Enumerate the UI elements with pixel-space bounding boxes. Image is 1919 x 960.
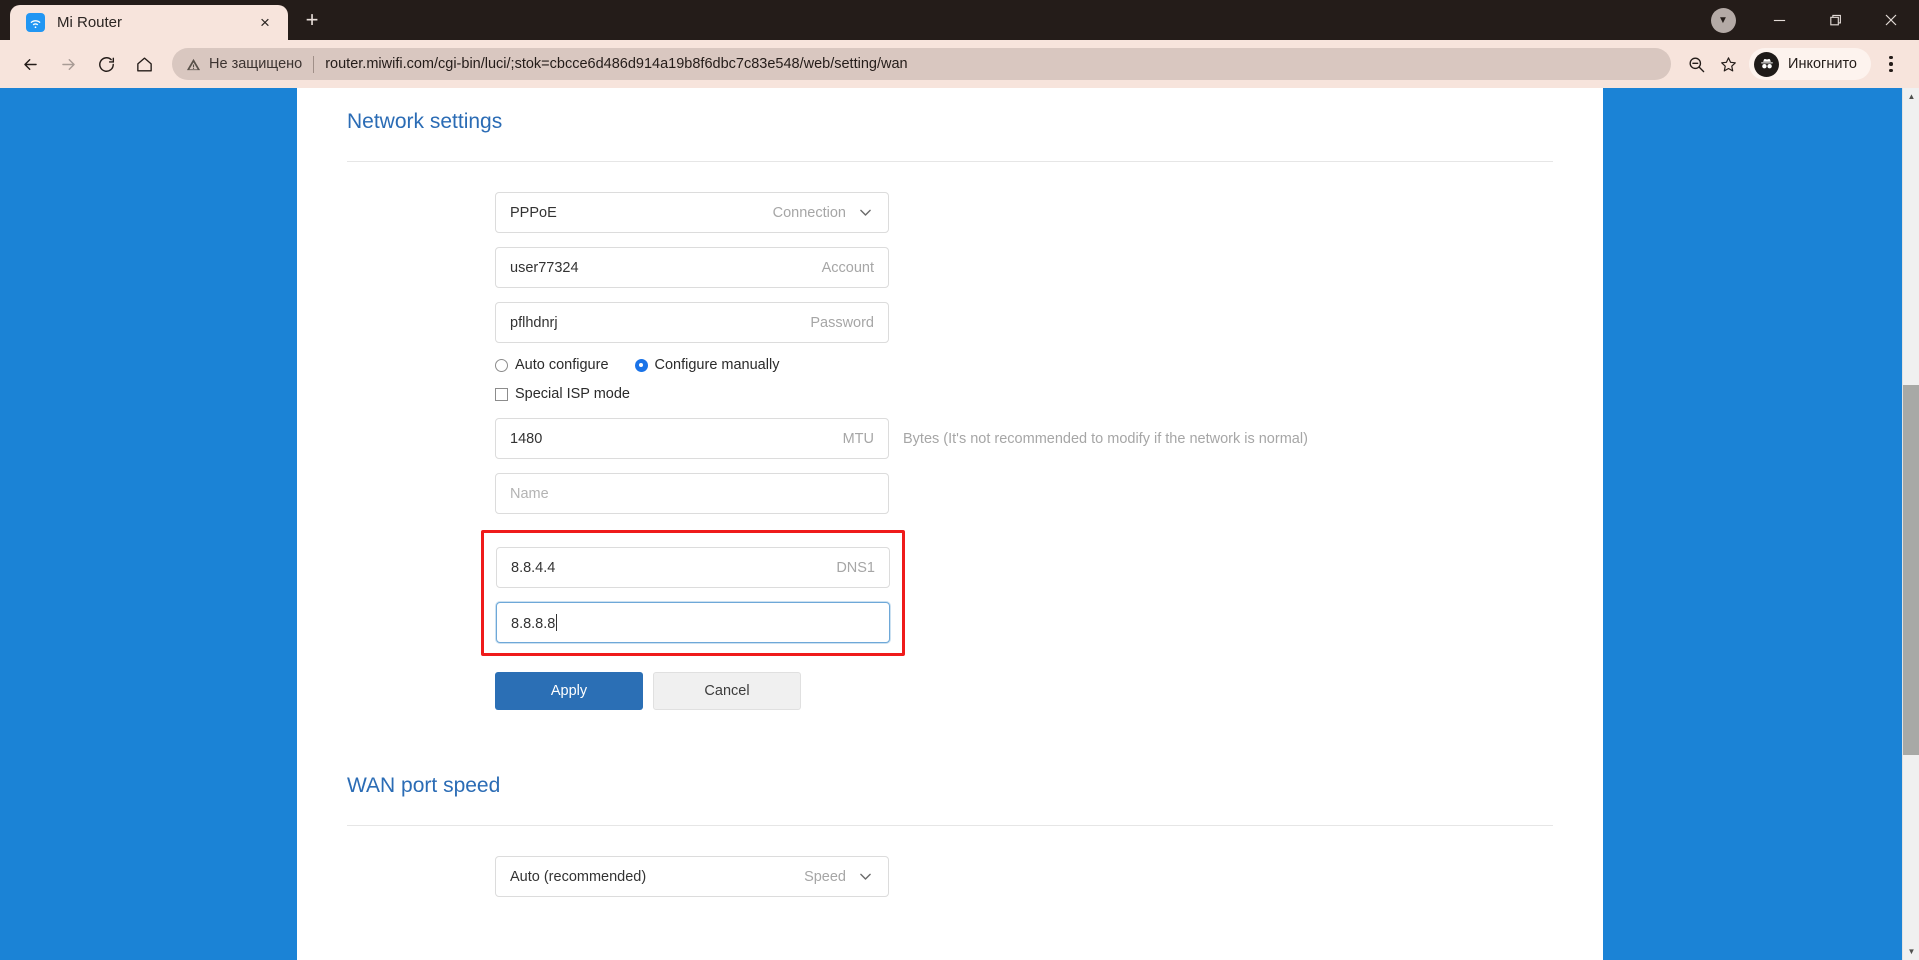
close-window-button[interactable]	[1863, 0, 1919, 40]
mtu-hint: Bytes (It's not recommended to modify if…	[903, 430, 1308, 447]
connection-type-value: PPPoE	[510, 204, 557, 221]
dns1-input[interactable]: 8.8.4.4 DNS1	[496, 547, 890, 588]
connection-type-label: Connection	[772, 204, 846, 221]
wan-speed-select[interactable]: Auto (recommended) Speed	[495, 856, 889, 897]
password-label: Password	[810, 314, 874, 331]
security-warning: Не защищено	[186, 56, 302, 72]
cancel-button[interactable]: Cancel	[653, 672, 801, 710]
config-mode-radio-group: Auto configure Configure manually	[495, 357, 1553, 373]
account-value: user77324	[510, 259, 579, 276]
minimize-button[interactable]	[1751, 0, 1807, 40]
security-label: Не защищено	[209, 56, 303, 72]
mtu-input[interactable]: 1480 MTU	[495, 418, 889, 459]
radio-configure-manually-label: Configure manually	[654, 357, 780, 373]
tab-title: Mi Router	[57, 14, 123, 31]
network-settings-form: PPPoE Connection user77324 Account pflhd…	[347, 162, 1553, 710]
tab-strip: Mi Router × +	[0, 0, 330, 40]
chevron-down-icon	[857, 204, 874, 221]
wifi-icon	[26, 13, 45, 32]
checkbox-icon	[495, 387, 508, 401]
radio-auto-configure-label: Auto configure	[515, 357, 609, 373]
router-page: Network settings PPPoE Connection user77…	[297, 88, 1603, 960]
omnibox-actions	[1681, 49, 1743, 79]
password-value: pflhdnrj	[510, 314, 558, 331]
name-input[interactable]: Name	[495, 473, 889, 514]
apply-button[interactable]: Apply	[495, 672, 643, 710]
close-icon[interactable]: ×	[252, 10, 278, 36]
back-arrow-icon[interactable]	[12, 46, 48, 82]
mtu-label: MTU	[842, 430, 874, 447]
radio-configure-manually[interactable]: Configure manually	[634, 357, 780, 373]
browser-toolbar: Не защищено router.miwifi.com/cgi-bin/lu…	[0, 40, 1919, 88]
radio-auto-configure[interactable]: Auto configure	[495, 357, 609, 373]
scrollbar-thumb[interactable]	[1903, 385, 1919, 755]
warning-triangle-icon	[186, 58, 201, 70]
dns1-value: 8.8.4.4	[511, 559, 556, 576]
incognito-icon	[1754, 51, 1780, 77]
browser-window: Mi Router × + ▼ Не защищено router.miwif…	[0, 0, 1919, 960]
maximize-button[interactable]	[1807, 0, 1863, 40]
page-viewport: Network settings PPPoE Connection user77…	[0, 88, 1919, 960]
radio-icon-checked	[634, 358, 648, 372]
form-actions: Apply Cancel	[495, 672, 1553, 710]
special-isp-checkbox[interactable]: Special ISP mode	[495, 386, 1553, 402]
dns1-label: DNS1	[836, 559, 875, 576]
window-controls: ▼	[1695, 0, 1919, 40]
name-placeholder: Name	[510, 485, 549, 502]
forward-arrow-icon	[50, 46, 86, 82]
reload-icon[interactable]	[88, 46, 124, 82]
wan-port-speed-form: Auto (recommended) Speed	[347, 826, 1553, 897]
incognito-label: Инкогнито	[1788, 56, 1857, 72]
update-icon[interactable]: ▼	[1695, 0, 1751, 40]
new-tab-button[interactable]: +	[294, 2, 330, 38]
account-label: Account	[821, 259, 874, 276]
dns2-value: 8.8.8.8	[511, 613, 558, 632]
dns-highlight-box: 8.8.4.4 DNS1 8.8.8.8	[481, 530, 905, 656]
home-icon[interactable]	[126, 46, 162, 82]
page-title: Network settings	[347, 110, 503, 133]
vertical-scrollbar[interactable]: ▲ ▼	[1902, 88, 1919, 960]
three-dots-icon[interactable]	[1875, 46, 1907, 82]
wan-port-speed-title: WAN port speed	[347, 774, 501, 797]
zoom-out-icon[interactable]	[1681, 49, 1711, 79]
network-settings-section: Network settings PPPoE Connection user77…	[347, 88, 1553, 710]
incognito-badge[interactable]: Инкогнито	[1749, 48, 1871, 80]
wan-port-speed-section: WAN port speed Auto (recommended) Speed	[347, 752, 1553, 897]
mtu-value: 1480	[510, 430, 543, 447]
chevron-down-icon-2	[857, 868, 874, 885]
browser-tab[interactable]: Mi Router ×	[10, 5, 288, 40]
title-bar: Mi Router × + ▼	[0, 0, 1919, 40]
dns2-input[interactable]: 8.8.8.8	[496, 602, 890, 643]
account-input[interactable]: user77324 Account	[495, 247, 889, 288]
wan-speed-value: Auto (recommended)	[510, 868, 647, 885]
scroll-up-icon[interactable]: ▲	[1903, 88, 1919, 105]
scroll-down-icon[interactable]: ▼	[1903, 943, 1919, 960]
radio-icon-unchecked	[495, 358, 508, 372]
password-input[interactable]: pflhdnrj Password	[495, 302, 889, 343]
url-text: router.miwifi.com/cgi-bin/luci/;stok=cbc…	[325, 56, 908, 72]
wan-speed-label: Speed	[804, 868, 846, 885]
omnibox-divider	[313, 55, 315, 73]
mtu-row: 1480 MTU Bytes (It's not recommended to …	[495, 418, 1553, 473]
star-icon[interactable]	[1713, 49, 1743, 79]
text-caret	[556, 613, 558, 631]
address-bar[interactable]: Не защищено router.miwifi.com/cgi-bin/lu…	[172, 48, 1672, 80]
connection-type-select[interactable]: PPPoE Connection	[495, 192, 889, 233]
special-isp-label: Special ISP mode	[515, 386, 630, 402]
